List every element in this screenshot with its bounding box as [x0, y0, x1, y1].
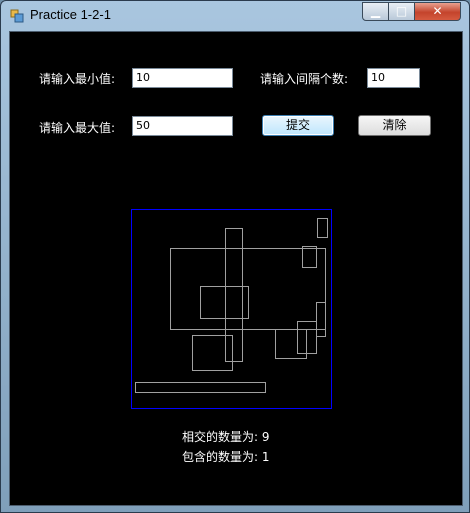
- contain-count-label: 包含的数量为:: [182, 450, 259, 464]
- maximize-button[interactable]: □: [388, 2, 415, 21]
- drawn-rectangle: [200, 286, 249, 319]
- interval-count-label: 请输入间隔个数:: [260, 72, 349, 86]
- contain-count-text: 包含的数量为: 1: [182, 448, 270, 465]
- intersect-count-text: 相交的数量为: 9: [182, 428, 270, 445]
- submit-button[interactable]: 提交: [262, 115, 334, 136]
- title-bar[interactable]: Practice 1-2-1 ▁ □ ✕: [1, 1, 469, 31]
- window-title: Practice 1-2-1: [30, 7, 111, 22]
- drawn-rectangle: [302, 246, 317, 268]
- contain-count-value: 1: [261, 450, 270, 464]
- interval-count-input[interactable]: 10: [367, 68, 420, 88]
- minimize-icon: ▁: [370, 4, 381, 18]
- max-value-input[interactable]: 50: [132, 116, 233, 136]
- intersect-count-value: 9: [261, 430, 270, 444]
- drawn-rectangle: [317, 218, 328, 238]
- drawing-canvas: [131, 209, 332, 409]
- drawn-rectangle: [135, 382, 266, 393]
- min-value-input[interactable]: 10: [132, 68, 233, 88]
- clear-button[interactable]: 清除: [358, 115, 431, 136]
- close-icon: ✕: [432, 4, 443, 18]
- app-window: Practice 1-2-1 ▁ □ ✕ 请输入最小值: 10 请输入间隔个数:…: [0, 0, 470, 513]
- minimize-button[interactable]: ▁: [362, 2, 389, 21]
- app-icon: [10, 9, 24, 23]
- drawn-rectangle: [192, 335, 233, 371]
- drawn-rectangle: [316, 302, 326, 337]
- intersect-count-label: 相交的数量为:: [182, 430, 259, 444]
- min-value-label: 请输入最小值:: [39, 72, 116, 86]
- form-client-area: 请输入最小值: 10 请输入间隔个数: 10 请输入最大值: 50 提交 清除 …: [9, 31, 463, 506]
- drawn-rectangle: [275, 329, 307, 359]
- maximize-icon: □: [395, 4, 408, 18]
- close-button[interactable]: ✕: [414, 2, 461, 21]
- max-value-label: 请输入最大值:: [39, 121, 116, 135]
- canvas-border: [131, 209, 332, 409]
